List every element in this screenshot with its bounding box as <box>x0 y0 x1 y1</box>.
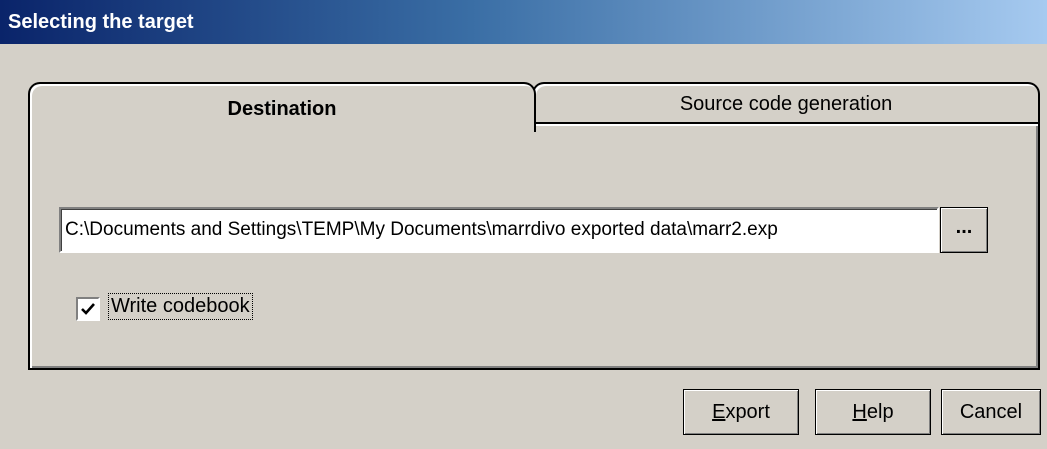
browse-button[interactable]: ... <box>940 207 988 253</box>
checkmark-icon <box>81 303 95 315</box>
export-mnemonic: E <box>712 401 726 423</box>
cancel-button[interactable]: Cancel <box>941 389 1041 435</box>
tab-destination[interactable]: Destination <box>28 82 536 132</box>
destination-path-input[interactable] <box>59 207 939 253</box>
help-mnemonic: H <box>852 401 867 423</box>
export-label-rest: xport <box>725 401 770 423</box>
write-codebook-checkbox[interactable] <box>76 297 100 321</box>
help-button[interactable]: Help <box>815 389 931 435</box>
window-title: Selecting the target <box>0 0 1047 44</box>
export-button[interactable]: Export <box>683 389 799 435</box>
help-label-rest: elp <box>866 401 894 423</box>
write-codebook-label[interactable]: Write codebook <box>108 293 253 320</box>
tab-source-code-generation[interactable]: Source code generation <box>532 82 1040 124</box>
